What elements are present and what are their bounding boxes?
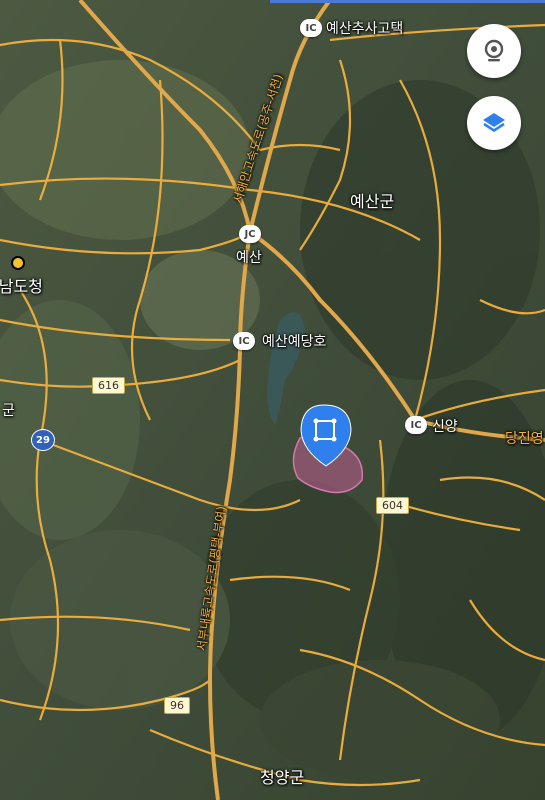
route-96-shield: 96 — [164, 697, 190, 714]
label-chungnam-office: 충남도청 — [0, 277, 43, 296]
label-gun-left: 군 — [2, 403, 15, 419]
ic-badge-yedang: IC — [233, 332, 255, 350]
ic-badge-sinyang: IC — [405, 416, 427, 434]
label-dangjin: 당진영 — [505, 431, 544, 447]
layers-icon — [483, 113, 505, 132]
label-yedang-lake: 예산예당호 — [262, 334, 327, 350]
jc-badge-yesan: JC — [239, 225, 261, 243]
location-target-icon — [484, 39, 504, 62]
label-yesan-gun: 예산군 — [350, 192, 395, 211]
location-button[interactable] — [467, 24, 521, 78]
ic-badge-yesan-sa: IC — [300, 19, 322, 37]
label-cheongyang: 청양군 — [260, 768, 305, 787]
label-sinyang: 신양 — [432, 419, 458, 435]
label-yesan: 예산 — [236, 250, 262, 266]
label-yesan-sa-ic: 예산추사고택 — [326, 21, 404, 37]
provincial-office-marker[interactable] — [11, 256, 25, 270]
route-616-shield: 616 — [92, 377, 125, 394]
route-604-shield: 604 — [376, 497, 409, 514]
route-29-shield: 29 — [31, 429, 55, 451]
layers-button[interactable] — [467, 96, 521, 150]
